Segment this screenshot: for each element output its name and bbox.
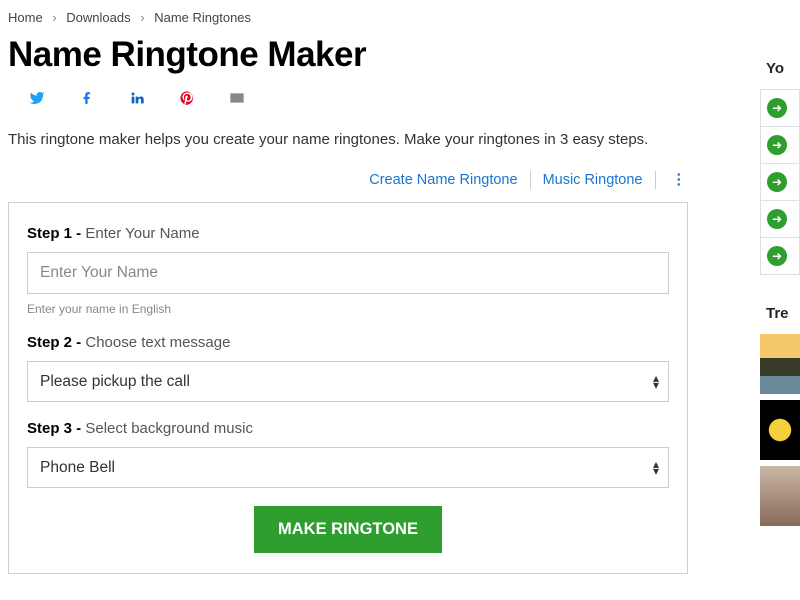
sidebar-item[interactable]: ➜: [761, 201, 799, 238]
breadcrumb-current: Name Ringtones: [154, 10, 251, 25]
twitter-icon[interactable]: [28, 89, 46, 107]
sidebar-list: ➜ ➜ ➜ ➜ ➜: [760, 89, 800, 275]
sidebar-heading-2: Tre: [760, 305, 800, 322]
page-description: This ringtone maker helps you create you…: [8, 131, 752, 148]
sidebar-heading-1: Yo: [760, 60, 800, 77]
sidebar-item[interactable]: ➜: [761, 164, 799, 201]
facebook-icon[interactable]: [78, 89, 96, 107]
pinterest-icon[interactable]: [178, 89, 196, 107]
step1-label: Step 1 - Enter Your Name: [27, 225, 669, 242]
background-music-select[interactable]: Phone Bell: [27, 447, 669, 488]
thumbnail[interactable]: [760, 466, 800, 526]
ringtone-form: Step 1 - Enter Your Name Enter your name…: [8, 202, 688, 574]
make-ringtone-button[interactable]: MAKE RINGTONE: [254, 506, 442, 553]
text-message-select[interactable]: Please pickup the call: [27, 361, 669, 402]
thumbnail[interactable]: [760, 334, 800, 394]
chevron-right-icon: ›: [52, 10, 56, 25]
thumbnail[interactable]: [760, 400, 800, 460]
breadcrumb-home[interactable]: Home: [8, 10, 43, 25]
divider: [655, 171, 656, 189]
breadcrumb-downloads[interactable]: Downloads: [66, 10, 130, 25]
arrow-right-icon: ➜: [767, 135, 787, 155]
linkedin-icon[interactable]: [128, 89, 146, 107]
more-menu-icon[interactable]: ⋮: [666, 172, 693, 188]
email-icon[interactable]: [228, 89, 246, 107]
page-title: Name Ringtone Maker: [8, 35, 752, 75]
tab-music-ringtone[interactable]: Music Ringtone: [541, 168, 645, 192]
sidebar-item[interactable]: ➜: [761, 90, 799, 127]
step2-label: Step 2 - Choose text message: [27, 334, 669, 351]
arrow-right-icon: ➜: [767, 172, 787, 192]
arrow-right-icon: ➜: [767, 209, 787, 229]
divider: [530, 171, 531, 189]
name-input[interactable]: [27, 252, 669, 294]
arrow-right-icon: ➜: [767, 246, 787, 266]
tabs: Create Name Ringtone Music Ringtone ⋮: [8, 168, 752, 192]
chevron-right-icon: ›: [140, 10, 144, 25]
tab-create-ringtone[interactable]: Create Name Ringtone: [367, 168, 519, 192]
sidebar-item[interactable]: ➜: [761, 238, 799, 275]
step3-label: Step 3 - Select background music: [27, 420, 669, 437]
arrow-right-icon: ➜: [767, 98, 787, 118]
breadcrumb: Home › Downloads › Name Ringtones: [8, 10, 752, 25]
name-input-hint: Enter your name in English: [27, 302, 669, 316]
sidebar-item[interactable]: ➜: [761, 127, 799, 164]
